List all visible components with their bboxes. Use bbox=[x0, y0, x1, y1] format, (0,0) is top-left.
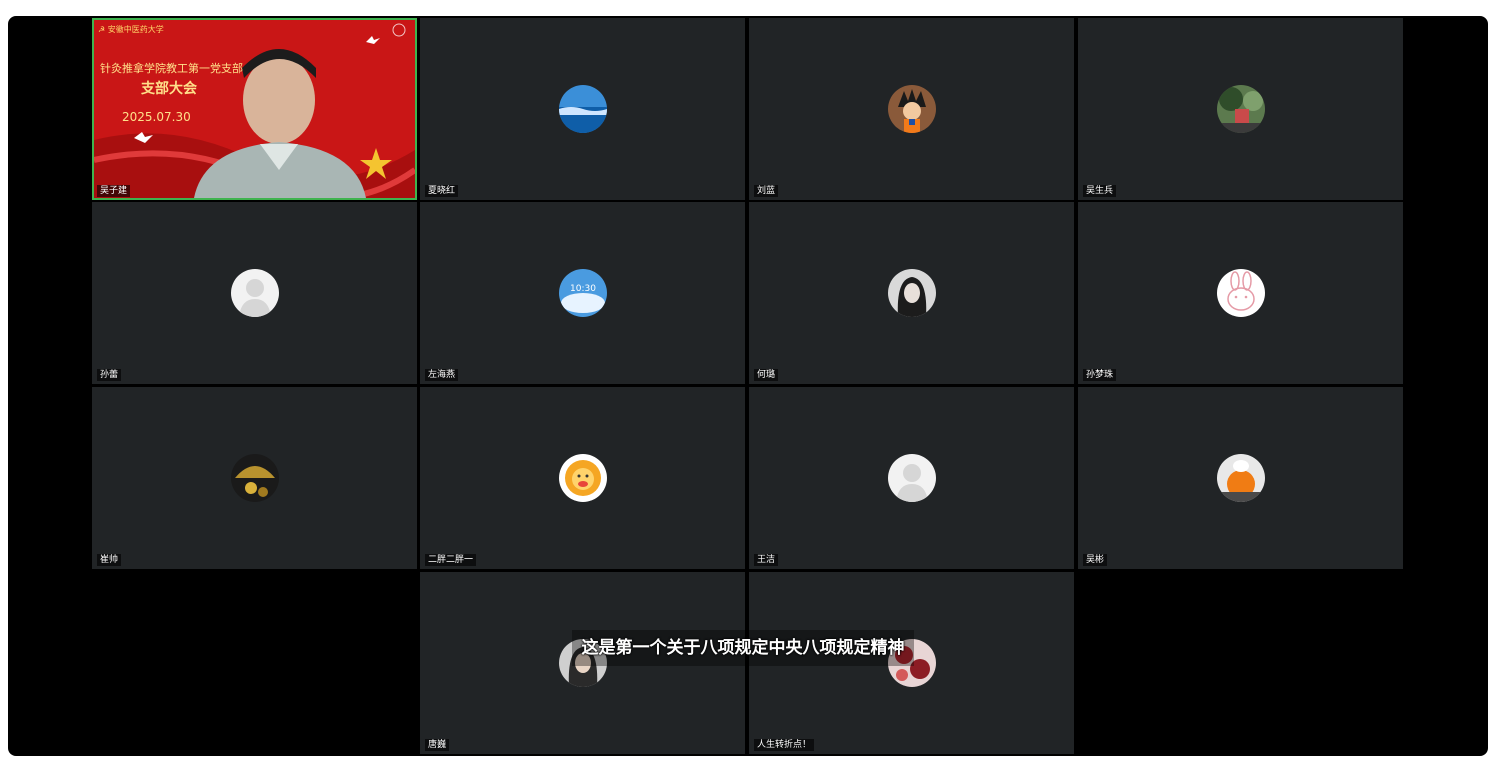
university-logo-text: 安徽中医药大学 bbox=[107, 25, 164, 34]
participant-name: 吴生兵 bbox=[1083, 185, 1117, 197]
participant-name: 孙蕾 bbox=[97, 369, 122, 381]
participant-name: 人生转折点！ bbox=[754, 739, 815, 751]
participant-tile[interactable]: 吴彬 bbox=[1078, 387, 1403, 569]
banner-meeting-title: 支部大会 bbox=[141, 81, 197, 97]
svg-text:10:30: 10:30 bbox=[570, 284, 596, 294]
orange-pumpkin-avatar-icon bbox=[1216, 454, 1265, 502]
default-person-avatar-icon bbox=[887, 454, 936, 502]
participant-tile[interactable]: 何璐 bbox=[749, 202, 1074, 384]
participant-tile[interactable]: 刘蓝 bbox=[749, 18, 1074, 200]
sky-clock-avatar-icon: 10:30 bbox=[558, 269, 607, 317]
participant-name: 吴子建 bbox=[97, 185, 131, 197]
cartoon-boy-avatar-icon bbox=[887, 85, 936, 133]
tree-photo-avatar-icon bbox=[1216, 85, 1265, 133]
banner-date: 2025.07.30 bbox=[122, 110, 191, 124]
participant-name: 唐巍 bbox=[425, 739, 450, 751]
bunny-sketch-avatar-icon bbox=[1216, 269, 1265, 317]
live-subtitle: 这是第一个关于八项规定中央八项规定精神 bbox=[572, 630, 914, 666]
participant-tile[interactable]: 10:30 左海燕 bbox=[420, 202, 745, 384]
lion-cartoon-avatar-icon bbox=[558, 454, 607, 502]
default-person-avatar-icon bbox=[230, 269, 279, 317]
golden-umbrella-avatar-icon bbox=[230, 454, 279, 502]
sea-avatar-icon bbox=[558, 85, 607, 133]
participant-video: ☭ 安徽中医药大学 针灸推拿学院教工第一党支部 支部大会 2025.07.30 bbox=[94, 20, 415, 198]
participant-name: 二胖二胖一 bbox=[425, 554, 477, 566]
banner-branch-title: 针灸推拿学院教工第一党支部 bbox=[100, 62, 243, 75]
woman-bw-photo-avatar-icon bbox=[887, 269, 936, 317]
participant-name: 刘蓝 bbox=[754, 185, 779, 197]
participant-tile[interactable]: 孙蕾 bbox=[92, 202, 417, 384]
participant-name: 何璐 bbox=[754, 369, 779, 381]
participant-name: 左海燕 bbox=[425, 369, 459, 381]
participant-name: 崔帅 bbox=[97, 554, 122, 566]
participant-tile[interactable]: 二胖二胖一 bbox=[420, 387, 745, 569]
participant-name: 孙梦珠 bbox=[1083, 369, 1117, 381]
participant-tile[interactable]: 吴生兵 bbox=[1078, 18, 1403, 200]
participant-name: 夏晓红 bbox=[425, 185, 459, 197]
participant-name: 吴彬 bbox=[1083, 554, 1108, 566]
participant-tile[interactable]: 崔帅 bbox=[92, 387, 417, 569]
participant-name: 王洁 bbox=[754, 554, 779, 566]
participant-tile[interactable]: 夏晓红 bbox=[420, 18, 745, 200]
participant-tile[interactable]: 孙梦珠 bbox=[1078, 202, 1403, 384]
participant-tile[interactable]: 王洁 bbox=[749, 387, 1074, 569]
participant-tile-wu-zijian[interactable]: ☭ 安徽中医药大学 针灸推拿学院教工第一党支部 支部大会 2025.07.30 … bbox=[92, 18, 417, 200]
